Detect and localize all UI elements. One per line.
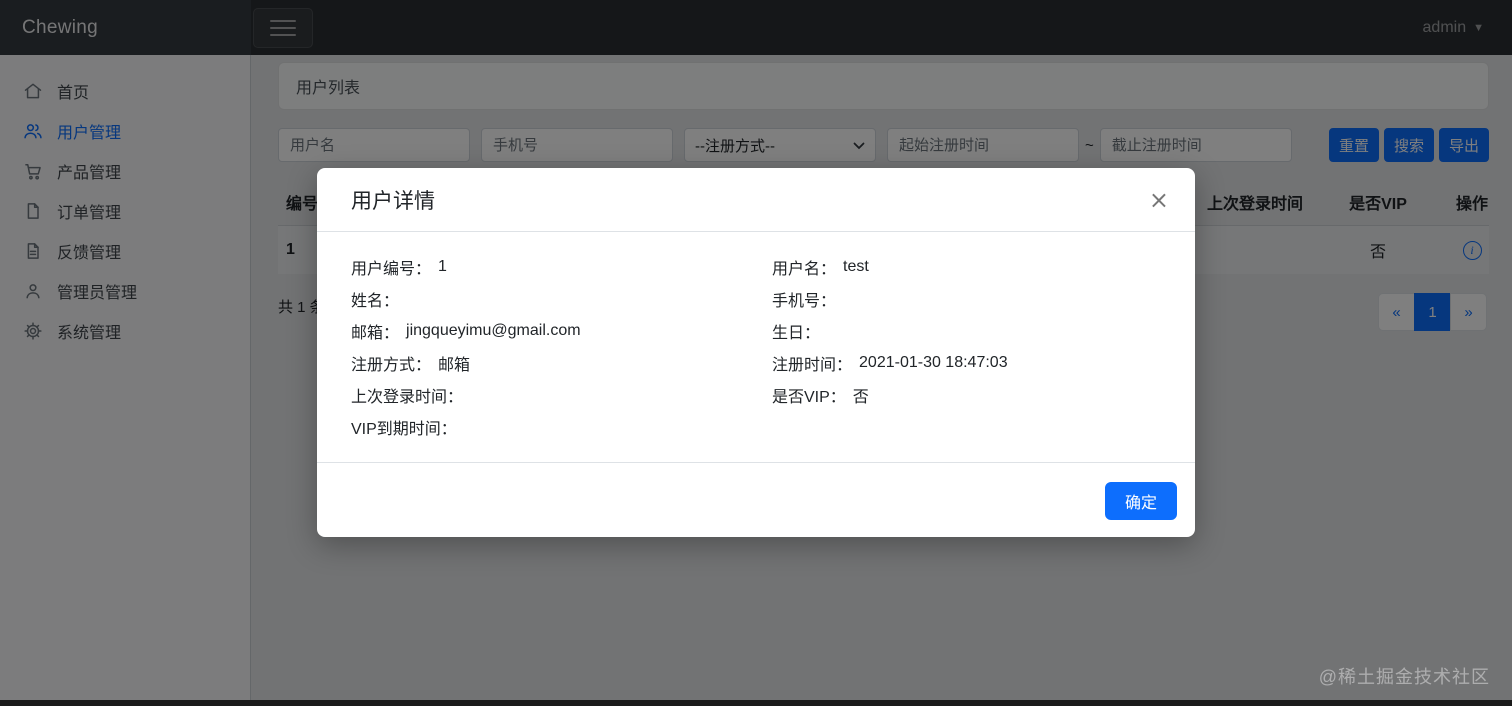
close-icon[interactable]: ×: [1149, 188, 1169, 212]
field-email: 邮箱： jingqueyimu@gmail.com: [351, 322, 581, 342]
user-detail-modal: 用户详情 × 用户编号： 1 姓名： 邮箱： jingqueyimu@gmail.c…: [317, 168, 1195, 537]
watermark: @稀土掘金技术社区: [1318, 667, 1490, 687]
modal-title: 用户详情: [351, 189, 435, 213]
field-last-login-time: 上次登录时间：: [351, 389, 464, 406]
modal-header: 用户详情 ×: [317, 168, 1195, 232]
field-register-type: 注册方式： 邮箱: [351, 357, 471, 374]
bottom-edge-bar: [0, 700, 1512, 706]
confirm-button[interactable]: 确定: [1104, 482, 1177, 520]
field-real-name: 姓名：: [351, 293, 400, 310]
field-register-time: 注册时间： 2021-01-30 18:47:03: [772, 354, 1008, 374]
field-vip-expire-time: VIP到期时间：: [351, 421, 457, 438]
field-phone: 手机号：: [772, 293, 837, 310]
modal-left-column: 用户编号： 1 姓名： 邮箱： jingqueyimu@gmail.com 注册方式…: [351, 251, 581, 443]
field-is-vip: 是否VIP：否: [772, 389, 869, 406]
modal-body: 用户编号： 1 姓名： 邮箱： jingqueyimu@gmail.com 注册方式…: [317, 232, 1195, 462]
modal-right-column: 用户名： test 手机号： 生日： 注册时间： 2021-01-30 18:47:…: [772, 251, 1008, 411]
modal-footer: 确定: [317, 462, 1195, 537]
field-birthday: 生日：: [772, 325, 821, 342]
field-user-id: 用户编号： 1: [351, 258, 447, 278]
field-username: 用户名： test: [772, 258, 869, 278]
app-root: Chewing admin ▼ 首页 用户管理 产品管理: [0, 0, 1512, 706]
